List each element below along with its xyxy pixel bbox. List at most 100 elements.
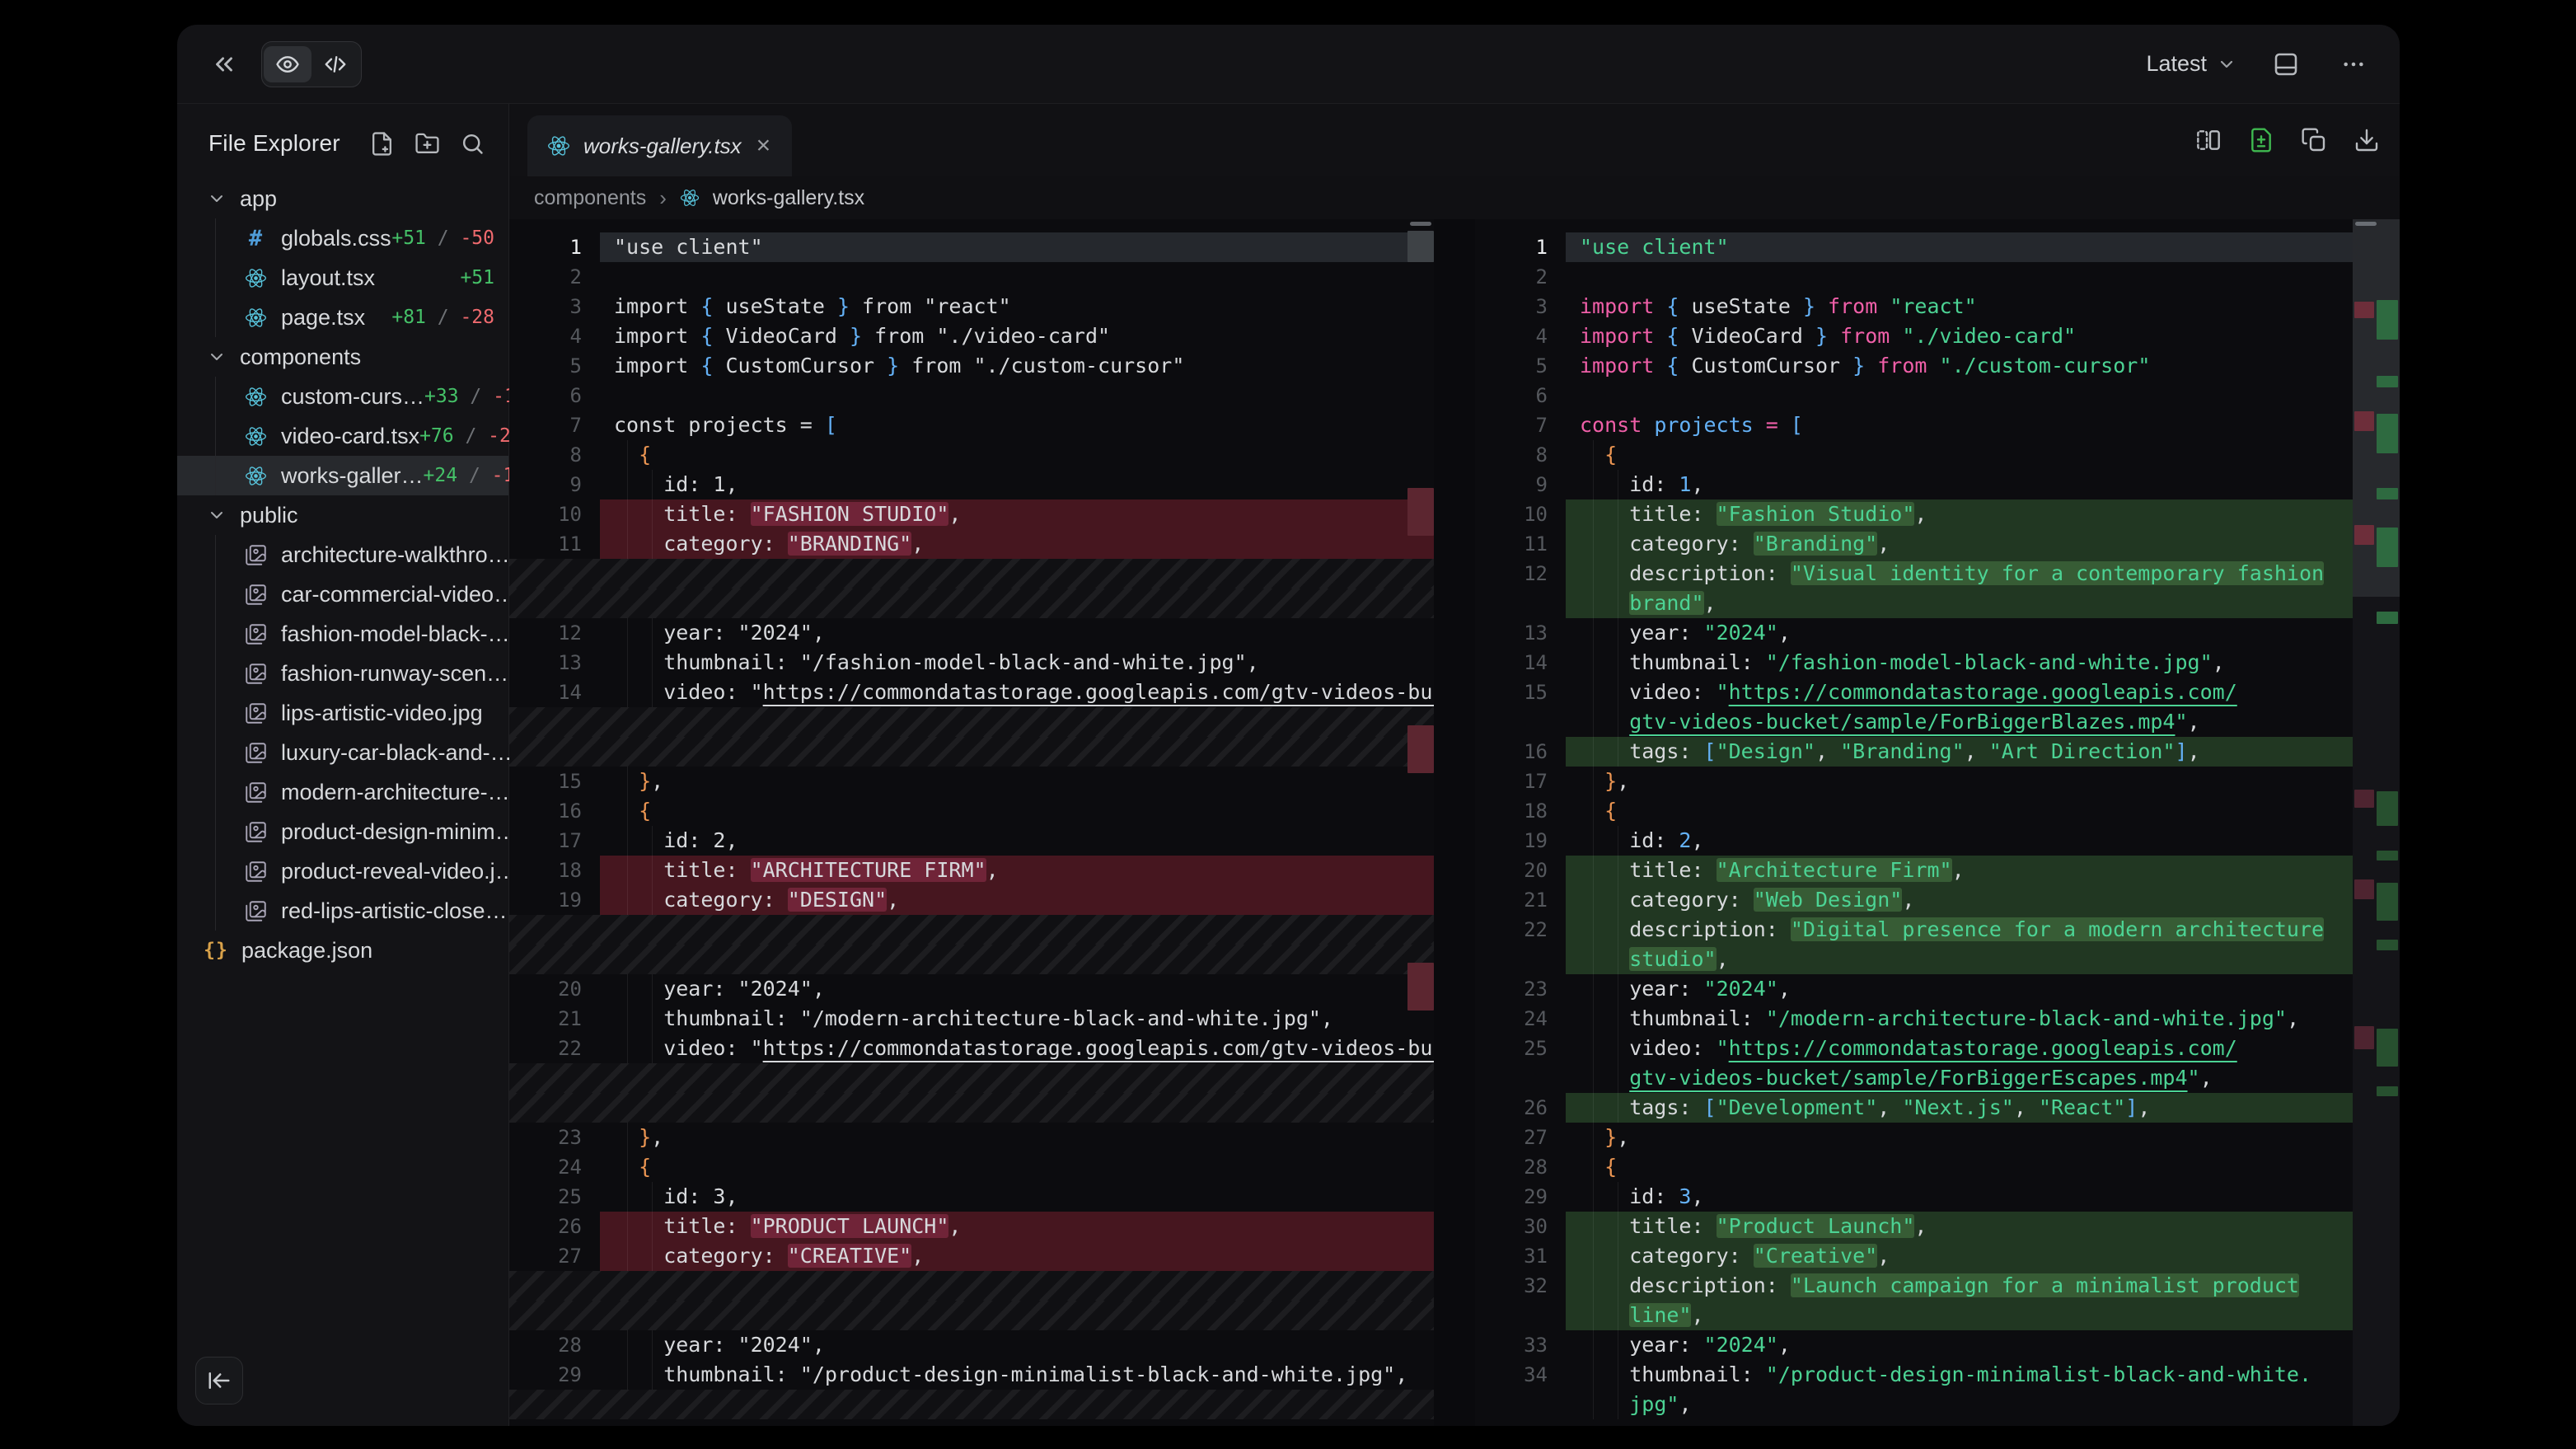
code-line[interactable]: 19 category: "DESIGN", (509, 885, 1434, 915)
breadcrumb-folder[interactable]: components (534, 186, 646, 210)
code-line[interactable]: 10 title: "FASHION STUDIO", (509, 499, 1434, 529)
tree-folder-app[interactable]: app (177, 179, 508, 218)
code-line[interactable]: 15 video: "https://commondatastorage.goo… (1475, 678, 2353, 707)
code-line[interactable]: 16 tags: ["Design", "Branding", "Art Dir… (1475, 737, 2353, 767)
code-line[interactable]: gtv-videos-bucket/sample/ForBiggerEscape… (1475, 1063, 2353, 1093)
code-line[interactable]: 28 year: "2024", (509, 1330, 1434, 1360)
code-line[interactable]: 3import { useState } from "react" (509, 292, 1434, 321)
code-line[interactable]: 15 }, (509, 767, 1434, 796)
tab-works-gallery[interactable]: works-gallery.tsx × (527, 115, 792, 176)
code-line[interactable]: 23 }, (509, 1123, 1434, 1152)
split-diff-view-button[interactable] (2190, 122, 2227, 158)
code-line[interactable]: 31 category: "Creative", (1475, 1241, 2353, 1271)
copy-code-button[interactable] (2296, 122, 2332, 158)
code-line[interactable]: 16 { (509, 796, 1434, 826)
code-line[interactable]: 21 category: "Web Design", (1475, 885, 2353, 915)
tree-file-modern-architecture-[interactable]: modern-architecture-… (177, 772, 508, 812)
code-line[interactable]: 4import { VideoCard } from "./video-card… (1475, 321, 2353, 351)
code-line[interactable]: gtv-videos-bucket/sample/ForBiggerBlazes… (1475, 707, 2353, 737)
tree-file-product-reveal-video.j[interactable]: product-reveal-video.j… (177, 851, 508, 891)
more-options-button[interactable] (2335, 46, 2372, 82)
code-line[interactable]: 2 (1475, 262, 2353, 292)
code-line[interactable]: 5import { CustomCursor } from "./custom-… (509, 351, 1434, 381)
code-line[interactable]: 8 { (1475, 440, 2353, 470)
download-button[interactable] (2349, 122, 2385, 158)
code-line[interactable]: 1"use client" (509, 232, 1434, 262)
tree-file-luxury-car-black-and-[interactable]: luxury-car-black-and-… (177, 733, 508, 772)
code-line[interactable]: 17 }, (1475, 767, 2353, 796)
code-line[interactable]: 26 title: "PRODUCT LAUNCH", (509, 1212, 1434, 1241)
code-line[interactable]: 17 id: 2, (509, 826, 1434, 856)
code-line[interactable]: 32 description: "Launch campaign for a m… (1475, 1271, 2353, 1301)
code-line[interactable]: 27 }, (1475, 1123, 2353, 1152)
code-line[interactable]: 14 video: "https://commondatastorage.goo… (509, 678, 1434, 707)
tree-file-red-lips-artistic-close[interactable]: red-lips-artistic-close… (177, 891, 508, 931)
code-line[interactable]: 28 { (1475, 1152, 2353, 1182)
code-line[interactable]: 6 (1475, 381, 2353, 410)
code-line[interactable]: 7const projects = [ (509, 410, 1434, 440)
code-line[interactable]: 14 thumbnail: "/fashion-model-black-and-… (1475, 648, 2353, 678)
code-line[interactable]: 1"use client" (1475, 232, 2353, 262)
code-line[interactable]: jpg", (1475, 1390, 2353, 1419)
code-line[interactable]: 5import { CustomCursor } from "./custom-… (1475, 351, 2353, 381)
new-file-button[interactable] (364, 126, 400, 162)
code-line[interactable]: 25 video: "https://commondatastorage.goo… (1475, 1034, 2353, 1063)
tree-file-car-commercial-video[interactable]: car-commercial-video… (177, 574, 508, 614)
code-line[interactable]: 11 category: "BRANDING", (509, 529, 1434, 559)
code-line[interactable]: 13 thumbnail: "/fashion-model-black-and-… (509, 648, 1434, 678)
tree-file-page.tsx[interactable]: page.tsx+81 / -28 (177, 298, 508, 337)
collapse-sidebar-button[interactable] (195, 1357, 243, 1404)
code-line[interactable]: 18 title: "ARCHITECTURE FIRM", (509, 856, 1434, 885)
tree-file-package.json[interactable]: {}package.json (177, 931, 508, 970)
code-line[interactable]: line", (1475, 1301, 2353, 1330)
code-line[interactable]: 22 description: "Digital presence for a … (1475, 915, 2353, 945)
search-files-button[interactable] (455, 126, 490, 162)
code-line[interactable]: 30 title: "Product Launch", (1475, 1212, 2353, 1241)
code-line[interactable]: 18 { (1475, 796, 2353, 826)
diff-changes-button[interactable] (2243, 122, 2279, 158)
code-line[interactable]: brand", (1475, 589, 2353, 618)
tree-file-custom-curs[interactable]: custom-curs…+33 / -12 (177, 377, 508, 416)
code-toggle-button[interactable] (311, 46, 359, 82)
diff-pane-original[interactable]: 1"use client"23import { useState } from … (509, 219, 1434, 1426)
code-line[interactable]: 29 thumbnail: "/product-design-minimalis… (509, 1360, 1434, 1390)
code-line[interactable]: 24 { (509, 1152, 1434, 1182)
tree-folder-public[interactable]: public (177, 495, 508, 535)
overview-ruler-left[interactable] (1407, 219, 1434, 1426)
overview-ruler-right[interactable] (2353, 219, 2400, 1426)
code-line[interactable]: 27 category: "CREATIVE", (509, 1241, 1434, 1271)
code-line[interactable]: 12 year: "2024", (509, 618, 1434, 648)
code-line[interactable]: 4import { VideoCard } from "./video-card… (509, 321, 1434, 351)
preview-toggle-button[interactable] (264, 46, 311, 82)
tree-file-works-galler[interactable]: works-galler…+24 / -13 (177, 456, 508, 495)
code-line[interactable]: studio", (1475, 945, 2353, 974)
code-line[interactable]: 21 thumbnail: "/modern-architecture-blac… (509, 1004, 1434, 1034)
diff-pane-modified[interactable]: 1"use client"23import { useState } from … (1475, 219, 2400, 1426)
new-folder-button[interactable] (410, 126, 445, 162)
code-line[interactable]: 12 description: "Visual identity for a c… (1475, 559, 2353, 589)
code-line[interactable]: 3import { useState } from "react" (1475, 292, 2353, 321)
tree-file-globals.css[interactable]: #globals.css+51 / -50 (177, 218, 508, 258)
code-line[interactable]: 9 id: 1, (1475, 470, 2353, 499)
tree-file-lips-artistic-video.jpg[interactable]: lips-artistic-video.jpg (177, 693, 508, 733)
tab-close-icon[interactable]: × (755, 134, 773, 158)
collapse-chat-button[interactable] (205, 45, 243, 83)
tree-file-architecture-walkthro[interactable]: architecture-walkthro… (177, 535, 508, 574)
code-line[interactable]: 20 year: "2024", (509, 974, 1434, 1004)
code-line[interactable]: 6 (509, 381, 1434, 410)
code-line[interactable]: 22 video: "https://commondatastorage.goo… (509, 1034, 1434, 1063)
version-selector[interactable]: Latest (2146, 51, 2236, 77)
code-line[interactable]: 33 year: "2024", (1475, 1330, 2353, 1360)
panel-layout-button[interactable] (2268, 46, 2304, 82)
tree-file-video-card.tsx[interactable]: video-card.tsx+76 / -27 (177, 416, 508, 456)
code-line[interactable]: 19 id: 2, (1475, 826, 2353, 856)
code-line[interactable]: 23 year: "2024", (1475, 974, 2353, 1004)
code-line[interactable]: 25 id: 3, (509, 1182, 1434, 1212)
tree-folder-components[interactable]: components (177, 337, 508, 377)
code-line[interactable]: 29 id: 3, (1475, 1182, 2353, 1212)
code-line[interactable]: 8 { (509, 440, 1434, 470)
tree-file-fashion-model-black-[interactable]: fashion-model-black-… (177, 614, 508, 654)
code-line[interactable]: 7const projects = [ (1475, 410, 2353, 440)
code-line[interactable]: 11 category: "Branding", (1475, 529, 2353, 559)
code-line[interactable]: 2 (509, 262, 1434, 292)
